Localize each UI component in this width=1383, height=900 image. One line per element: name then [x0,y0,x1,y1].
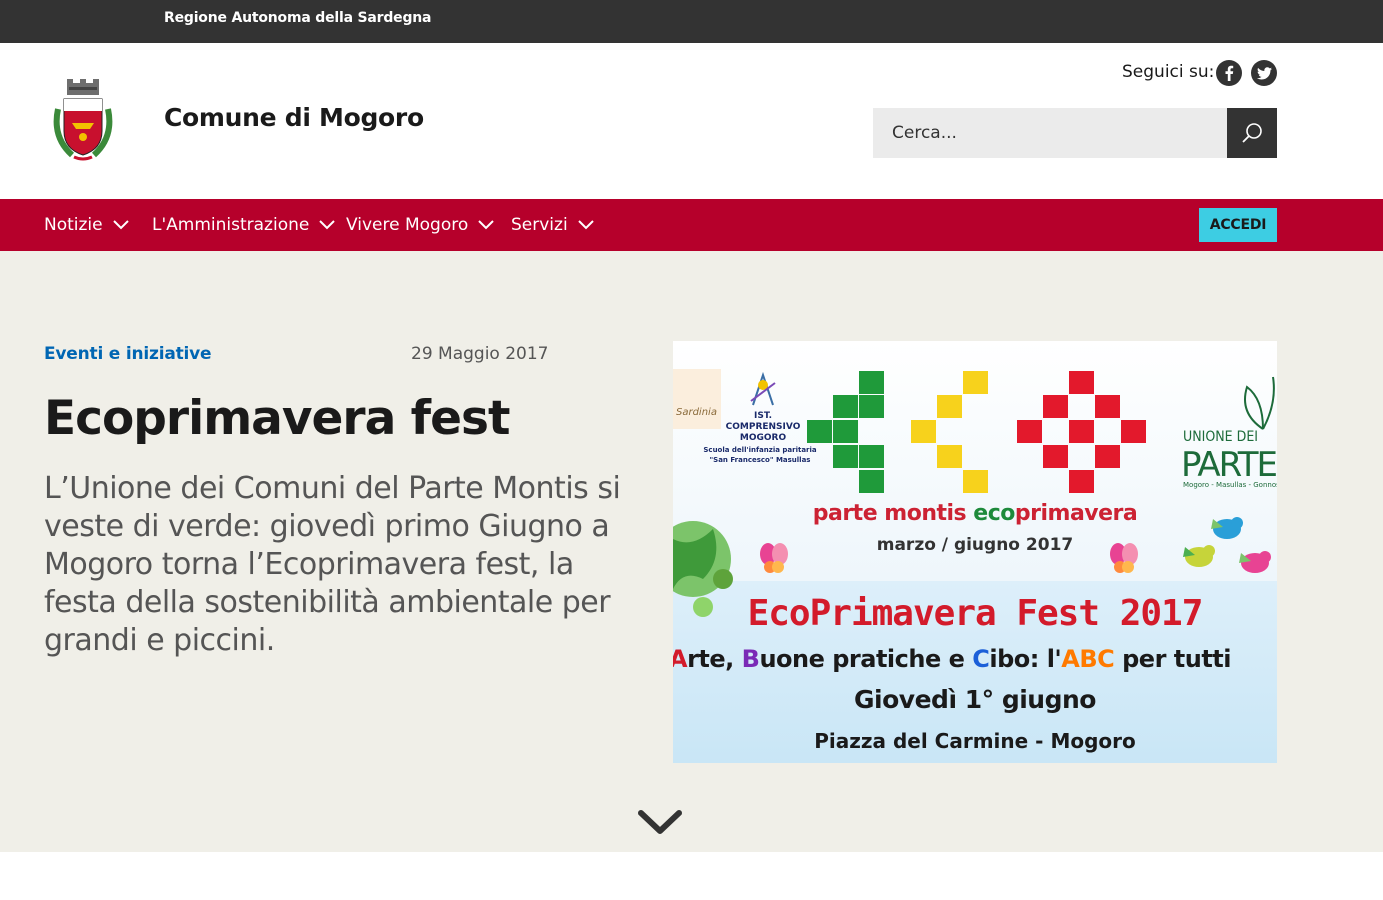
poster-subtitle-a: parte montis [812,501,974,526]
social-label: Seguici su: [1122,62,1215,82]
top-bar: Regione Autonoma della Sardegna [0,0,1383,43]
site-header: Comune di Mogoro Seguici su: [0,43,1383,199]
twitter-icon[interactable] [1251,60,1277,86]
school-emblem [750,371,776,406]
abc-text-2: uone pratiche e [759,645,973,673]
article-lead: L’Unione dei Comuni del Parte Montis si … [44,471,621,658]
parte-label: PARTE M [1181,445,1277,485]
search-icon [1242,123,1262,143]
publish-date: 29 Maggio 2017 [411,344,549,364]
poster-subtitle-b: eco [973,501,1015,526]
coat-of-arms-logo[interactable] [50,79,116,161]
nav-item-label: Servizi [511,215,568,235]
region-link[interactable]: Regione Autonoma della Sardegna [164,10,431,26]
article-title[interactable]: Ecoprimavera fest [44,391,510,446]
poster-fest-title: EcoPrimavera Fest 2017 [747,593,1204,634]
unione-label: UNIONE DEI [1183,429,1259,445]
poster-abc-line: Arte, Buone pratiche e Cibo: l'ABC per t… [673,645,1277,673]
abc-letter-c: C [972,645,990,673]
nav-item-label: Vivere Mogoro [346,215,469,235]
chevron-down-icon [112,220,129,230]
sardinia-label: Sardinia [676,407,717,418]
abc-letters-abc: ABC [1061,645,1115,673]
scroll-down-icon[interactable] [637,807,683,839]
chevron-down-icon [319,220,336,230]
hero-section: Eventi e iniziative 29 Maggio 2017 Ecopr… [0,251,1383,852]
nav-item-label: L'Amministrazione [152,215,310,235]
nav-item-amministrazione[interactable]: L'Amministrazione [152,199,336,251]
poster-period: marzo / giugno 2017 [876,535,1074,555]
login-button[interactable]: ACCEDI [1199,208,1277,242]
article-image[interactable]: Sardinia IST. COMPRENSIVO MOGORO Scuola … [673,341,1277,763]
nav-item-label: Notizie [44,215,103,235]
site-title[interactable]: Comune di Mogoro [164,103,424,132]
abc-letter-b: B [741,645,760,673]
search-button[interactable] [1227,108,1277,158]
nav-item-servizi[interactable]: Servizi [511,199,594,251]
nav-item-vivere-mogoro[interactable]: Vivere Mogoro [346,199,494,251]
abc-text-3: ibo: l' [989,645,1062,673]
poster-subtitle: parte montis ecoprimavera [673,501,1277,526]
facebook-icon[interactable] [1216,60,1242,86]
poster-subtitle-c: primavera [1014,501,1138,526]
butterfly-icon [760,543,788,573]
poster-event-day: Giovedì 1° giugno [854,685,1096,714]
bird-icon [1239,551,1271,573]
category-link[interactable]: Eventi e iniziative [44,344,212,364]
school-title: IST. COMPRENSIVO MOGORO [725,411,801,443]
poster-event-place: Piazza del Carmine - Mogoro [814,729,1136,753]
chevron-down-icon [478,220,494,230]
bird-icon [1183,545,1215,567]
nav-item-notizie[interactable]: Notizie [44,199,129,251]
sardinia-logo [673,369,721,429]
abc-letter-a: A [673,645,688,673]
main-nav: Notizie L'Amministrazione Vivere Mogoro … [0,199,1383,251]
search-input[interactable] [873,108,1227,158]
butterfly-icon [1110,543,1138,573]
abc-text-1: rte, [687,645,742,673]
chevron-down-icon [577,220,594,230]
school-subtitle: Scuola dell'infanzia paritaria "San Fran… [703,446,817,464]
unione-logo-leaf [1244,376,1275,430]
eco-pixel-art [807,371,1146,493]
towns-label: Mogoro - Masullas - Gonnostramatza [1183,481,1277,489]
abc-text-4: per tutti [1114,645,1231,673]
bird-icon [1211,517,1243,539]
